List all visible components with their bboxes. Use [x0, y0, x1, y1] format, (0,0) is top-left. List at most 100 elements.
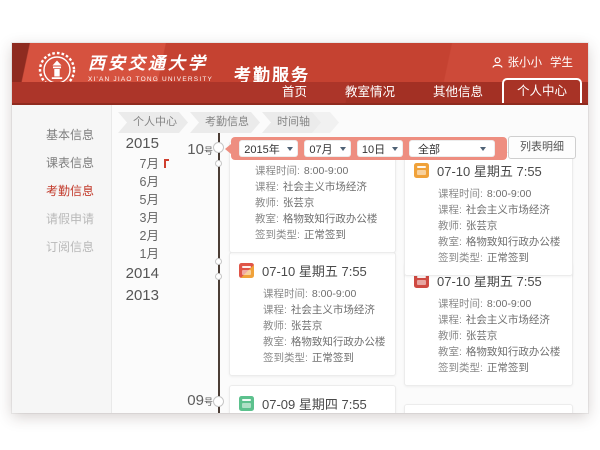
field-value: 8:00-9:00 — [487, 298, 531, 310]
app-header: 西安交通大学 XI'AN JIAO TONG UNIVERSITY 考勤服务 张… — [12, 43, 588, 105]
field-label: 教室: — [438, 236, 462, 248]
top-nav-item[interactable]: 个人中心 — [502, 78, 582, 103]
timeline-axis-label[interactable]: 2月 — [113, 227, 159, 245]
user-icon — [492, 57, 503, 68]
card-field-row: 课程: 社会主义市场经济 — [263, 302, 387, 318]
university-name-block: 西安交通大学 XI'AN JIAO TONG UNIVERSITY — [88, 56, 213, 84]
timeline-axis-label[interactable]: 5月 — [113, 191, 159, 209]
timeline-line — [218, 125, 220, 413]
field-value: 8:00-9:00 — [487, 188, 531, 200]
card-field-row: 签到类型: 正常签到 — [438, 360, 564, 376]
chevron-down-icon — [480, 147, 486, 151]
top-nav-item[interactable]: 其他信息 — [414, 82, 502, 103]
sidebar-item[interactable]: 基本信息 — [12, 121, 111, 149]
timeline-axis-label[interactable]: 1月 — [113, 245, 159, 263]
timeline-axis-label[interactable]: 7月 — [113, 155, 159, 173]
top-nav-item[interactable]: 首页 — [263, 82, 326, 103]
card-field-row: 签到类型: 正常签到 — [255, 227, 387, 243]
field-value: 正常签到 — [487, 252, 529, 264]
main-content: 个人中心 考勤信息 时间轴 2015 7月 6月 5月 3 — [113, 105, 588, 413]
sidebar-item[interactable]: 请假申请 — [12, 205, 111, 233]
timeline-axis-label[interactable]: 3月 — [113, 209, 159, 227]
card-field-row: 教室:格物致知行政办公楼 — [263, 334, 387, 350]
timeline-node — [213, 142, 224, 153]
timeline-day-label-top: 10号 — [173, 141, 213, 159]
top-nav-item[interactable]: 教室情况 — [326, 82, 414, 103]
field-label: 课程: — [438, 314, 462, 326]
timeline-axis: 2015 7月 6月 5月 3月 2月 1月 2014 2013 — [113, 133, 159, 307]
user-account[interactable]: 张小小 学生 — [492, 54, 574, 70]
year-select[interactable]: 2015年 — [239, 140, 298, 157]
card-field-row: 课程时间:8:00-9:00 — [438, 186, 564, 202]
card-title: 07-10 星期五 7:55 — [262, 261, 367, 280]
card-fields: 课程时间:8:00-9:00 课程:社会主义市场经济 教师:张芸京 教室:格物致… — [255, 163, 387, 243]
card-field-row: 签到类型:正常签到 — [263, 350, 387, 366]
sidebar-item[interactable]: 订阅信息 — [12, 233, 111, 261]
field-value: 社会主义市场经济 — [283, 181, 367, 193]
card-field-row: 课程:社会主义市场经济 — [438, 202, 564, 218]
chevron-down-icon — [340, 147, 346, 151]
field-value: 格物致知行政办公楼 — [283, 213, 378, 225]
list-detail-button[interactable]: 列表明细 — [508, 136, 576, 159]
attendance-app-window: 西安交通大学 XI'AN JIAO TONG UNIVERSITY 考勤服务 张… — [12, 43, 588, 413]
card-tail — [404, 272, 405, 284]
attendance-card: 07-09 星期四 7:55 — [229, 385, 396, 413]
timeline-axis-label[interactable]: 2014 — [113, 263, 159, 285]
field-label: 教师: — [438, 330, 462, 342]
breadcrumb-item[interactable]: 考勤信息 — [190, 112, 260, 133]
timeline-axis-label[interactable]: 2013 — [113, 285, 159, 307]
type-select-value: 全部 — [418, 141, 440, 157]
day-select-value: 10日 — [362, 141, 385, 157]
card-field-row: 教师:张芸京 — [438, 218, 564, 234]
university-name-cn: 西安交通大学 — [88, 56, 213, 73]
attendance-card: 07-10 星期五 7:55 课程时间:8:00-9:00 课程:社会主义市场经… — [404, 262, 573, 386]
field-value: 8:00-9:00 — [304, 165, 348, 177]
card-fields: 课程时间:8:00-9:00 课程: 社会主义市场经济 教师:张芸京 教室:格物致… — [230, 283, 395, 375]
field-label: 签到类型: — [438, 362, 483, 374]
chevron-down-icon — [287, 147, 293, 151]
card-field-row: 课程时间: 8:00-9:00 — [255, 163, 387, 179]
breadcrumb-item[interactable]: 时间轴 — [262, 112, 321, 133]
sidebar-item[interactable]: 课表信息 — [12, 149, 111, 177]
card-field-row: 课程时间: 8:00-9:00 — [438, 296, 564, 312]
calendar-icon — [239, 396, 254, 411]
type-select[interactable]: 全部 — [409, 140, 495, 157]
timeline-axis-label[interactable]: 6月 — [113, 173, 159, 191]
field-value: 格物致知行政办公楼 — [466, 346, 561, 358]
month-select[interactable]: 07月 — [304, 140, 351, 157]
screenshot-canvas: 西安交通大学 XI'AN JIAO TONG UNIVERSITY 考勤服务 张… — [0, 0, 600, 450]
field-value: 正常签到 — [304, 229, 346, 241]
field-label: 课程时间: — [438, 298, 483, 310]
card-tail — [229, 262, 230, 274]
user-name: 张小小 — [508, 54, 543, 70]
card-tail — [229, 395, 230, 407]
breadcrumb-item[interactable]: 个人中心 — [118, 112, 188, 133]
field-label: 课程: — [263, 304, 287, 316]
card-field-row: 课程时间:8:00-9:00 — [263, 286, 387, 302]
sidebar: 基本信息 课表信息 考勤信息 请假申请 订阅信息 — [12, 105, 112, 413]
field-label: 签到类型: — [255, 229, 300, 241]
card-title: 07-09 星期四 7:55 — [262, 394, 367, 413]
card-field-row: 教师:张芸京 — [438, 328, 564, 344]
field-value: 正常签到 — [487, 362, 529, 374]
field-value: 格物致知行政办公楼 — [466, 236, 561, 248]
sidebar-item[interactable]: 考勤信息 — [12, 177, 111, 205]
field-value: 张芸京 — [291, 320, 323, 332]
timeline-node — [215, 258, 222, 265]
card-header: 07-09 星期四 7:55 — [230, 386, 395, 413]
card-field-row: 教师:张芸京 — [263, 318, 387, 334]
timeline-node — [213, 396, 224, 407]
day-select[interactable]: 10日 — [357, 140, 403, 157]
field-label: 教室: — [438, 346, 462, 358]
calendar-icon — [414, 163, 429, 178]
field-value: 正常签到 — [312, 352, 354, 364]
month-select-value: 07月 — [309, 141, 332, 157]
card-field-row: 教室:格物致知行政办公楼 — [255, 211, 387, 227]
field-label: 课程: — [438, 204, 462, 216]
card-header: 07-10 星期五 7:55 — [230, 253, 395, 283]
field-value: 社会主义市场经济 — [291, 304, 375, 316]
field-label: 课程时间: — [255, 165, 300, 177]
field-label: 教师: — [438, 220, 462, 232]
attendance-card: 07-10 星期五 7:55 课程时间:8:00-9:00 课程: 社会主义市场经… — [229, 252, 396, 376]
timeline-axis-label[interactable]: 2015 — [113, 133, 159, 155]
